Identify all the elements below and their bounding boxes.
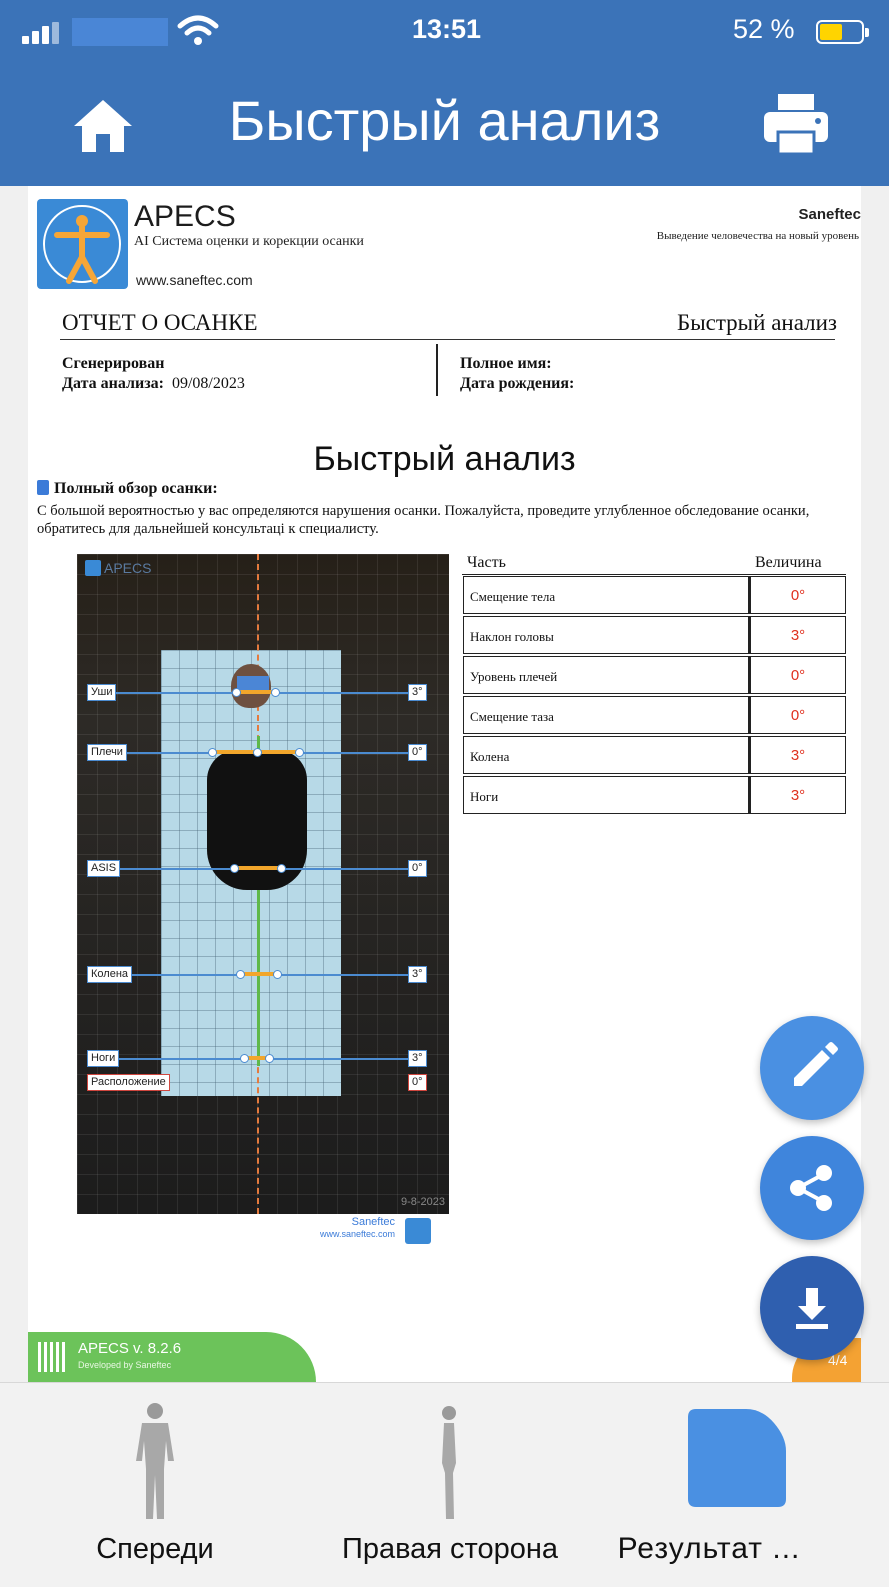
edit-button[interactable] [760,1016,864,1120]
tab-right-side-label: Правая сторона [341,1533,559,1565]
full-name-label: Полное имя: [460,355,552,372]
tab-front[interactable]: Спереди [60,1383,250,1587]
apecs-mini-logo-icon [85,560,101,576]
printer-icon [764,94,828,156]
birth-date-label: Дата рождения: [460,375,575,392]
brand-website: www.saneftec.com [136,272,253,288]
side-body-icon [442,1406,456,1519]
photo-watermark: APECS [85,560,151,576]
download-button[interactable] [760,1256,864,1360]
table-row: Ноги 3° [463,776,846,814]
posture-photo[interactable]: Уши 3° Плечи 0° ASIS 0° Колена 3° Ноги 3… [77,554,449,1214]
table-header-rule [462,574,846,575]
version-badge: APECS v. 8.2.6 Developed by Saneftec [28,1332,316,1382]
measurement-value-shoulders: 0° [408,744,427,761]
document-icon [37,480,49,495]
measurement-value-knees: 3° [408,966,427,983]
saneftec-logo-icon [405,1218,432,1244]
photo-footer-brand: Saneftec www.saneftec.com [320,1216,432,1244]
analysis-date: Дата анализа: 09/08/2023 [62,375,245,392]
header-divider [60,339,835,340]
section-title: Быстрый анализ [313,440,576,478]
status-bar: 13:51 52 % [0,0,889,64]
share-button[interactable] [760,1136,864,1240]
table-row: Смещение тела 0° [463,576,846,614]
battery-percentage: 52 % [733,14,795,44]
report-document[interactable]: APECS AI Система оценки и корекции осанк… [28,186,861,1382]
result-icon [688,1409,786,1507]
table-row: Колена 3° [463,736,846,774]
overview-text: С большой вероятностью у вас определяютс… [37,503,810,537]
measurement-value-asis: 0° [408,860,427,877]
measurement-label-knees: Колена [87,966,133,983]
brand-subtitle: AI Система оценки и корекции осанки [134,234,364,249]
measurement-label-ears: Уши [87,684,117,701]
qr-code-icon [38,1342,68,1372]
report-title: ОТЧЕТ О ОСАНКЕ [62,310,258,335]
generated-label: Сгенерирован [62,355,165,372]
measurement-label-position: Расположение [87,1074,170,1091]
measurement-label-asis: ASIS [87,860,121,877]
report-type: Быстрый анализ [676,310,837,335]
front-body-icon [136,1403,174,1519]
overview-heading: Полный обзор осанки: [37,480,218,498]
table-header-part: Часть [467,554,506,571]
measurement-value-position: 0° [408,1074,427,1091]
measurement-value-ears: 3° [408,684,427,701]
company-name: Saneftec [798,206,861,223]
download-icon [796,1288,828,1329]
meta-divider [436,344,438,396]
bottom-tab-bar: Спереди Правая сторона Результат ... [0,1382,889,1587]
pencil-icon [794,1042,838,1086]
tab-result[interactable]: Результат ... [584,1383,834,1587]
tab-front-label: Спереди [96,1533,214,1565]
print-button[interactable] [760,88,832,158]
table-row: Наклон головы 3° [463,616,846,654]
app-header: 13:51 52 % Быстрый анализ [0,0,889,186]
company-slogan: Выведение человечества на новый уровень [656,230,859,242]
measurement-label-shoulders: Плечи [87,744,127,761]
table-row: Уровень плечей 0° [463,656,846,694]
brand-name: APECS [134,200,236,233]
tab-right-side[interactable]: Правая сторона [330,1383,570,1587]
wifi-icon [177,15,219,45]
carrier-name-redacted [72,18,168,46]
measurement-label-feet: Ноги [87,1050,120,1067]
battery-icon [816,20,869,44]
measurement-value-feet: 3° [408,1050,427,1067]
photo-date: 9-8-2023 [400,1196,445,1208]
apecs-logo [37,199,128,289]
table-header-value: Величина [755,554,822,571]
cellular-signal-icon [22,22,62,44]
status-time: 13:51 [412,14,482,44]
share-icon [790,1165,832,1211]
table-row: Смещение таза 0° [463,696,846,734]
tab-result-label: Результат ... [617,1532,801,1565]
page-title: Быстрый анализ [228,89,661,152]
